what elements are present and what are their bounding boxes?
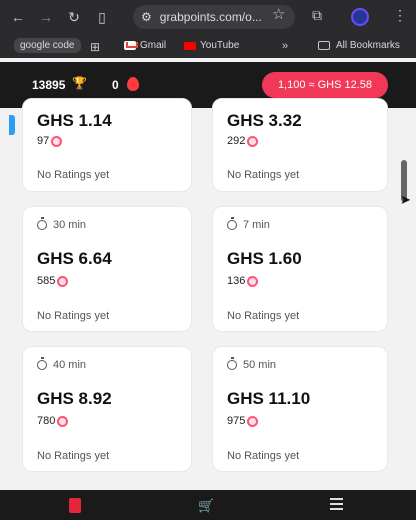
offer-rating: No Ratings yet <box>227 450 300 462</box>
timer-icon <box>227 217 237 230</box>
back-icon[interactable]: ← <box>8 7 28 27</box>
forward-icon[interactable]: → <box>36 7 56 27</box>
offer-rating: No Ratings yet <box>227 310 300 322</box>
trophy-icon: 🏆 <box>72 76 87 90</box>
side-panel-tab[interactable] <box>9 115 15 135</box>
bookmark-gmail[interactable]: Gmail <box>124 40 166 51</box>
clipboard-icon[interactable] <box>69 498 81 513</box>
url-text: grabpoints.com/o... <box>159 10 262 24</box>
mouse-cursor-icon: ➤ <box>400 192 411 207</box>
hamburger-icon[interactable] <box>330 498 343 510</box>
offer-card[interactable]: 50 min GHS 11.10 975 No Ratings yet <box>212 346 388 472</box>
offer-coins: 975 <box>227 415 259 427</box>
offer-price: GHS 11.10 <box>227 389 311 408</box>
offer-card[interactable]: GHS 1.14 97 No Ratings yet <box>22 98 192 192</box>
offer-price: GHS 8.92 <box>37 389 112 408</box>
offer-price: GHS 1.60 <box>227 249 302 268</box>
bookmark-all[interactable]: All Bookmarks <box>318 40 400 51</box>
bookmark-youtube[interactable]: YouTube <box>184 40 239 51</box>
bottom-tab-bar: 🛒 <box>0 490 416 520</box>
site-info-icon[interactable]: ⚙ <box>141 10 152 24</box>
chevron-right-icon[interactable]: » <box>282 40 288 52</box>
apps-grid-icon[interactable]: ⊞ <box>90 40 100 54</box>
offer-coins: 136 <box>227 275 259 287</box>
offer-duration: 50 min <box>227 357 276 371</box>
offer-rating: No Ratings yet <box>37 450 110 462</box>
offer-rating: No Ratings yet <box>37 310 110 322</box>
kebab-menu-icon[interactable]: ⋮ <box>393 7 407 24</box>
offer-coins: 585 <box>37 275 69 287</box>
offer-coins: 292 <box>227 135 259 147</box>
offer-rating: No Ratings yet <box>227 169 300 181</box>
cart-icon[interactable]: 🛒 <box>198 498 214 514</box>
bookmark-google-code[interactable]: google code <box>14 38 81 53</box>
timer-icon <box>37 357 47 370</box>
address-bar[interactable]: ⚙ grabpoints.com/o... <box>133 5 295 29</box>
coin-icon <box>51 135 63 147</box>
offer-duration: 7 min <box>227 217 270 231</box>
offer-price: GHS 1.14 <box>37 111 112 130</box>
points-count: 13895 <box>32 78 66 92</box>
rate-text: 1,100 ≈ GHS 12.58 <box>277 79 373 91</box>
offer-coins: 780 <box>37 415 69 427</box>
offer-duration: 40 min <box>37 357 86 371</box>
reload-icon[interactable]: ↻ <box>64 7 84 27</box>
youtube-icon <box>184 41 196 50</box>
browser-toolbar: ← → ↻ ▯ ⚙ grabpoints.com/o... ☆ ⧉ ⋮ <box>0 0 416 34</box>
coin-icon <box>57 275 69 287</box>
offer-rating: No Ratings yet <box>37 169 110 181</box>
timer-icon <box>37 217 47 230</box>
offer-price: GHS 3.32 <box>227 111 302 130</box>
sidebar-icon[interactable]: ▯ <box>92 7 112 27</box>
offer-duration: 30 min <box>37 217 86 231</box>
gmail-icon <box>124 41 138 50</box>
offer-card[interactable]: GHS 3.32 292 No Ratings yet <box>212 98 388 192</box>
puzzle-icon[interactable]: ⧉ <box>312 7 322 24</box>
flame-icon <box>127 77 139 91</box>
timer-icon <box>227 357 237 370</box>
offer-price: GHS 6.64 <box>37 249 112 268</box>
avatar[interactable] <box>351 8 369 26</box>
coin-icon <box>57 415 69 427</box>
bookmarks-bar: google code ⊞ Gmail YouTube » All Bookma… <box>0 34 416 58</box>
offer-card[interactable]: 40 min GHS 8.92 780 No Ratings yet <box>22 346 192 472</box>
streak-count: 0 <box>112 78 119 92</box>
coin-icon <box>247 415 259 427</box>
folder-icon <box>318 41 330 50</box>
offer-card[interactable]: 7 min GHS 1.60 136 No Ratings yet <box>212 206 388 332</box>
offer-card[interactable]: 30 min GHS 6.64 585 No Ratings yet <box>22 206 192 332</box>
star-icon[interactable]: ☆ <box>272 5 285 23</box>
offer-coins: 97 <box>37 135 63 147</box>
coin-icon <box>247 135 259 147</box>
coin-icon <box>247 275 259 287</box>
conversion-rate-badge[interactable]: 1,100 ≈ GHS 12.58 <box>262 72 388 98</box>
